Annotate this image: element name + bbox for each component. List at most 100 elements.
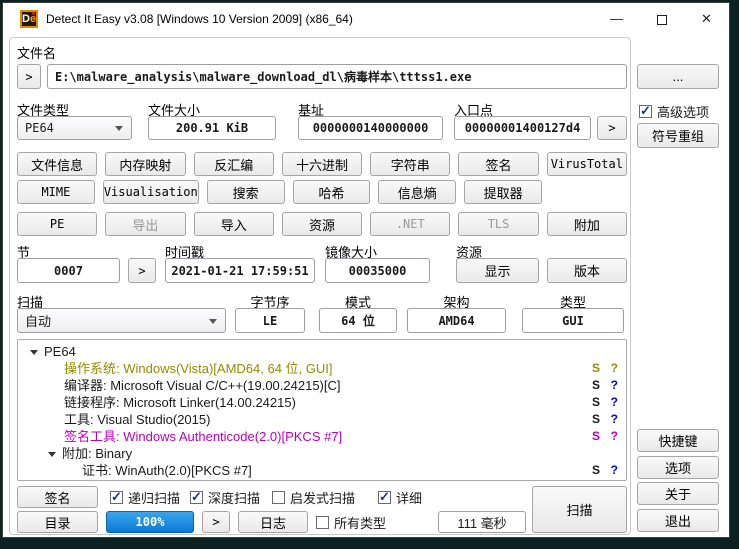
scan-engine-combobox[interactable]: 自动 [17,308,226,333]
virustotal-button[interactable]: VirusTotal [546,152,627,176]
tree-row-pe64[interactable]: PE64 [18,343,626,360]
maximize-icon [656,14,667,25]
image-size-value[interactable]: 00035000 [325,258,430,283]
chevron-down-icon [115,126,123,131]
resources-show-button[interactable]: 显示 [456,258,539,283]
entry-point-goto-button[interactable]: > [597,116,627,140]
checkbox-box-icon[interactable] [378,489,391,505]
exit-button[interactable]: 退出 [637,509,719,532]
checkbox-box-icon[interactable] [316,515,329,529]
entry-point-value[interactable]: 00000001400127d4 [454,116,591,140]
visualisation-button[interactable]: Visualisation [102,180,199,204]
tree-row-sign-tool[interactable]: 签名工具: Windows Authenticode(2.0)[PKCS #7]… [18,428,626,445]
sections-label: 节 [17,245,31,260]
tls-button: TLS [458,212,539,236]
mime-button[interactable]: MIME [17,180,95,204]
strings-button[interactable]: 字符串 [370,152,451,176]
hash-button[interactable]: 哈希 [292,180,371,204]
signature-link[interactable]: S [592,462,600,479]
entropy-button[interactable]: 信息熵 [378,180,457,204]
overlay-button[interactable]: 附加 [546,212,627,236]
scan-button[interactable]: 扫描 [532,486,627,533]
dotnet-button: .NET [370,212,451,236]
signature-link[interactable]: S [592,377,600,394]
tree-row-linker[interactable]: 链接程序: Microsoft Linker(14.00.24215) S ? [18,394,626,411]
scan-duration-value: 111 毫秒 [438,511,526,533]
sections-count-value[interactable]: 0007 [17,258,120,283]
tree-row-operation-system[interactable]: 操作系统: Windows(Vista)[AMD64, 64 位, GUI] S… [18,360,626,377]
pe-button[interactable]: PE [17,212,98,236]
sections-goto-button[interactable]: > [128,258,156,283]
browse-button[interactable]: ... [637,64,719,89]
mode-value: 64 位 [319,308,397,333]
file-type-combobox[interactable]: PE64 [17,116,132,140]
log-button[interactable]: 日志 [238,511,308,533]
signatures-button[interactable]: 签名 [458,152,539,176]
search-button[interactable]: 搜索 [206,180,285,204]
deep-scan-checkbox[interactable]: 深度扫描 [190,489,260,506]
hex-button[interactable]: 十六进制 [281,152,363,176]
signature-link[interactable]: S [592,428,600,445]
info-link[interactable]: ? [611,360,618,377]
advanced-options-label: 高级选项 [657,104,710,120]
signature-link[interactable]: S [592,411,600,428]
info-link[interactable]: ? [611,394,618,411]
tree-row-tool[interactable]: 工具: Visual Studio(2015) S ? [18,411,626,428]
import-button[interactable]: 导入 [193,212,274,236]
base-address-label: 基址 [298,103,325,118]
heuristic-scan-checkbox[interactable]: 启发式扫描 [272,489,355,506]
tree-row-overlay[interactable]: 附加: Binary [18,445,626,462]
about-button[interactable]: 关于 [637,482,719,505]
info-link[interactable]: ? [611,377,618,394]
advanced-options-checkbox[interactable]: 高级选项 [639,103,710,120]
symbol-rebuild-button[interactable]: 符号重组 [637,123,719,148]
timestamp-label: 时间戳 [165,245,205,260]
checkbox-box-icon[interactable] [110,489,123,505]
progress-goto-button[interactable]: > [202,511,230,533]
maximize-button[interactable] [639,3,684,35]
recursive-scan-checkbox[interactable]: 递归扫描 [110,489,180,506]
file-size-value: 200.91 KiB [148,116,276,140]
close-button[interactable]: ✕ [684,3,729,35]
scan-results-tree: PE64 操作系统: Windows(Vista)[AMD64, 64 位, G… [17,339,627,481]
toolbar-row-c: PE 导出 导入 资源 .NET TLS 附加 [17,212,627,236]
tree-row-certificate[interactable]: 证书: WinAuth(2.0)[PKCS #7] S ? [18,462,626,479]
signature-link[interactable]: S [592,394,600,411]
file-info-button[interactable]: 文件信息 [17,152,98,176]
tree-row-label: 附加: Binary [62,446,133,461]
info-link[interactable]: ? [611,462,618,479]
collapse-arrow-icon[interactable] [30,350,38,356]
memory-map-button[interactable]: 内存映射 [105,152,186,176]
extractor-button[interactable]: 提取器 [464,180,542,204]
options-button[interactable]: 选项 [637,456,719,479]
resources-version-button[interactable]: 版本 [547,258,627,283]
tree-row-compiler[interactable]: 编译器: Microsoft Visual C/C++(19.00.24215)… [18,377,626,394]
type-value: GUI [522,308,624,333]
verbose-checkbox[interactable]: 详细 [378,489,422,506]
info-link[interactable]: ? [611,428,618,445]
export-button: 导出 [105,212,186,236]
footer-signatures-button[interactable]: 签名 [17,486,98,508]
all-types-checkbox[interactable]: 所有类型 [316,514,386,531]
arch-value: AMD64 [407,308,506,333]
timestamp-value[interactable]: 2021-01-21 17:59:51 [165,258,315,283]
base-address-value[interactable]: 0000000140000000 [298,116,443,140]
disassembly-button[interactable]: 反汇编 [193,152,274,176]
image-size-label: 镜像大小 [325,245,378,260]
signature-link[interactable]: S [592,360,600,377]
resources-label: 资源 [456,245,483,260]
arch-label: 架构 [443,295,470,310]
file-goto-button[interactable]: > [17,64,41,89]
endianness-label: 字节序 [250,295,290,310]
shortcuts-button[interactable]: 快捷键 [637,429,719,452]
checkbox-box-icon[interactable] [272,490,285,504]
resources-button[interactable]: 资源 [281,212,363,236]
file-path-input[interactable]: E:\malware_analysis\malware_download_dl\… [47,64,627,89]
directory-button[interactable]: 目录 [17,511,98,533]
minimize-button[interactable]: — [594,3,639,35]
collapse-arrow-icon[interactable] [48,452,56,458]
info-link[interactable]: ? [611,411,618,428]
tree-row-label: 操作系统: Windows(Vista)[AMD64, 64 位, GUI] [64,361,333,376]
checkbox-box-icon[interactable] [190,489,203,505]
checkbox-box-icon[interactable] [639,103,652,119]
